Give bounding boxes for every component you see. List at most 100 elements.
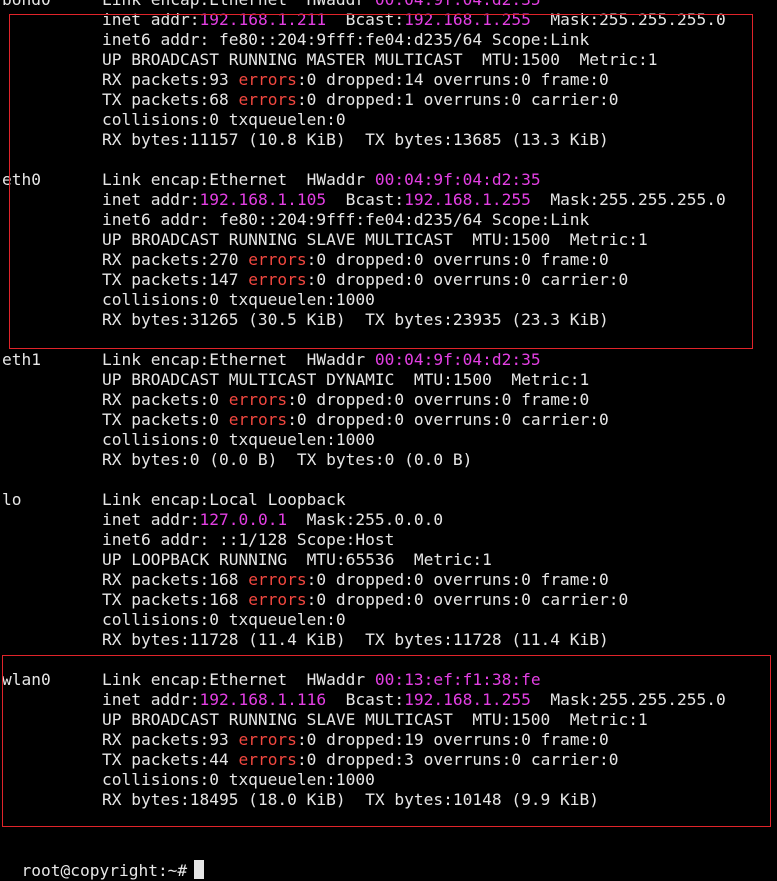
text-segment: UP BROADCAST MULTICAST DYNAMIC MTU:1500 … [102, 370, 590, 389]
line-content: inet addr:192.168.1.211 Bcast:192.168.1.… [102, 10, 726, 30]
text-segment: :0 dropped:0 overruns:0 frame:0 [306, 250, 609, 269]
output-line: TX packets:147 errors:0 dropped:0 overru… [0, 270, 777, 290]
output-line: eth1 Link encap:Ethernet HWaddr 00:04:9f:… [0, 350, 777, 370]
address-value: 192.168.1.255 [404, 190, 531, 209]
terminal-output: bond0 Link encap:Ethernet HWaddr 00:04:9f… [0, 0, 777, 810]
text-segment: UP LOOPBACK RUNNING MTU:65536 Metric:1 [102, 550, 492, 569]
text-segment: Link encap:Ethernet HWaddr [102, 350, 375, 369]
line-content: RX packets:93 errors:0 dropped:14 overru… [102, 70, 609, 90]
text-segment: RX packets:93 [102, 730, 239, 749]
line-content: UP LOOPBACK RUNNING MTU:65536 Metric:1 [102, 550, 492, 570]
output-line: RX bytes:0 (0.0 B) TX bytes:0 (0.0 B) [0, 450, 777, 470]
line-content: RX bytes:31265 (30.5 KiB) TX bytes:23935… [102, 310, 609, 330]
prompt-text: root@copyright:~# [21, 861, 188, 880]
line-content: RX bytes:18495 (18.0 KiB) TX bytes:10148… [102, 790, 599, 810]
line-content: TX packets:44 errors:0 dropped:3 overrun… [102, 750, 619, 770]
line-content: RX packets:93 errors:0 dropped:19 overru… [102, 730, 609, 750]
line-content: collisions:0 txqueuelen:0 [102, 110, 346, 130]
text-segment: Bcast: [326, 190, 405, 209]
text-segment: collisions:0 txqueuelen:1000 [102, 290, 375, 309]
text-segment: RX bytes:31265 (30.5 KiB) TX bytes:23935… [102, 310, 609, 329]
line-content: inet6 addr: fe80::204:9fff:fe04:d235/64 … [102, 210, 589, 230]
errors-label: errors [248, 590, 307, 609]
line-content: RX packets:270 errors:0 dropped:0 overru… [102, 250, 609, 270]
line-content: RX packets:168 errors:0 dropped:0 overru… [102, 570, 609, 590]
output-line: inet addr:127.0.0.1 Mask:255.0.0.0 [0, 510, 777, 530]
text-segment: Bcast: [326, 10, 405, 29]
text-segment: :0 dropped:1 overruns:0 carrier:0 [296, 90, 619, 109]
output-line: bond0 Link encap:Ethernet HWaddr 00:04:9f… [0, 0, 777, 10]
text-segment: inet addr: [102, 690, 200, 709]
text-segment: inet6 addr: ::1/128 Scope:Host [102, 530, 395, 549]
output-line: inet addr:192.168.1.211 Bcast:192.168.1.… [0, 10, 777, 30]
line-content: inet addr:127.0.0.1 Mask:255.0.0.0 [102, 510, 443, 530]
text-segment: TX packets:168 [102, 590, 249, 609]
errors-label: errors [238, 750, 297, 769]
errors-label: errors [238, 70, 297, 89]
output-line: collisions:0 txqueuelen:1000 [0, 430, 777, 450]
text-segment: TX packets:147 [102, 270, 249, 289]
output-line: UP BROADCAST RUNNING SLAVE MULTICAST MTU… [0, 710, 777, 730]
address-value: 00:04:9f:04:d2:35 [375, 0, 541, 9]
text-segment: UP BROADCAST RUNNING SLAVE MULTICAST MTU… [102, 230, 648, 249]
text-segment: TX packets:68 [102, 90, 239, 109]
output-line: RX bytes:31265 (30.5 KiB) TX bytes:23935… [0, 310, 777, 330]
output-line: wlan0 Link encap:Ethernet HWaddr 00:13:ef… [0, 670, 777, 690]
text-segment: Bcast: [326, 690, 405, 709]
interface-name: bond0 [2, 0, 51, 10]
text-segment: :0 dropped:3 overruns:0 carrier:0 [296, 750, 619, 769]
output-line: RX packets:93 errors:0 dropped:14 overru… [0, 70, 777, 90]
output-line: collisions:0 txqueuelen:0 [0, 110, 777, 130]
line-content: UP BROADCAST RUNNING SLAVE MULTICAST MTU… [102, 230, 648, 250]
output-line: TX packets:168 errors:0 dropped:0 overru… [0, 590, 777, 610]
text-segment: :0 dropped:19 overruns:0 frame:0 [296, 730, 609, 749]
text-segment: Mask:255.255.255.0 [530, 690, 726, 709]
line-content: collisions:0 txqueuelen:1000 [102, 290, 375, 310]
errors-label: errors [248, 270, 307, 289]
text-segment: TX packets:44 [102, 750, 239, 769]
interface-name: eth1 [2, 350, 41, 369]
text-segment: inet addr: [102, 190, 200, 209]
line-content: UP BROADCAST MULTICAST DYNAMIC MTU:1500 … [102, 370, 589, 390]
line-content: Link encap:Ethernet HWaddr 00:04:9f:04:d… [102, 350, 541, 370]
errors-label: errors [228, 410, 288, 429]
line-content: RX packets:0 errors:0 dropped:0 overruns… [102, 390, 589, 410]
address-value: 192.168.1.105 [199, 190, 327, 209]
output-line: RX packets:0 errors:0 dropped:0 overruns… [0, 390, 777, 410]
errors-label: errors [248, 570, 307, 589]
text-segment: RX packets:93 [102, 70, 239, 89]
shell-prompt[interactable]: root@copyright:~# [2, 840, 205, 880]
interface-name: eth0 [2, 170, 41, 189]
output-line: UP BROADCAST MULTICAST DYNAMIC MTU:1500 … [0, 370, 777, 390]
text-segment: :0 dropped:0 overruns:0 frame:0 [306, 570, 609, 589]
text-segment: :0 dropped:14 overruns:0 frame:0 [296, 70, 609, 89]
output-line: inet6 addr: ::1/128 Scope:Host [0, 530, 777, 550]
text-segment: collisions:0 txqueuelen:1000 [102, 770, 375, 789]
text-segment: Link encap:Ethernet HWaddr [102, 170, 375, 189]
line-content: TX packets:168 errors:0 dropped:0 overru… [102, 590, 628, 610]
text-segment: Mask:255.0.0.0 [287, 510, 444, 529]
address-value: 127.0.0.1 [199, 510, 288, 529]
text-segment: RX packets:0 [102, 390, 229, 409]
line-content: Link encap:Ethernet HWaddr 00:04:9f:04:d… [102, 0, 541, 10]
address-value: 192.168.1.116 [199, 690, 327, 709]
text-segment: :0 dropped:0 overruns:0 carrier:0 [306, 590, 629, 609]
output-line: UP BROADCAST RUNNING MASTER MULTICAST MT… [0, 50, 777, 70]
text-segment: Mask:255.255.255.0 [530, 10, 726, 29]
text-segment: inet6 addr: fe80::204:9fff:fe04:d235/64 … [102, 210, 590, 229]
output-line: eth0 Link encap:Ethernet HWaddr 00:04:9f:… [0, 170, 777, 190]
line-content: collisions:0 txqueuelen:1000 [102, 430, 375, 450]
text-segment: RX bytes:11157 (10.8 KiB) TX bytes:13685… [102, 130, 609, 149]
address-value: 00:04:9f:04:d2:35 [374, 170, 541, 189]
address-value: 192.168.1.211 [199, 10, 327, 29]
text-segment: Mask:255.255.255.0 [530, 190, 726, 209]
output-line: RX bytes:11157 (10.8 KiB) TX bytes:13685… [0, 130, 777, 150]
line-content: inet addr:192.168.1.116 Bcast:192.168.1.… [102, 690, 726, 710]
output-line: RX bytes:18495 (18.0 KiB) TX bytes:10148… [0, 790, 777, 810]
text-segment: RX bytes:18495 (18.0 KiB) TX bytes:10148… [102, 790, 600, 809]
text-segment: UP BROADCAST RUNNING MASTER MULTICAST MT… [102, 50, 658, 69]
text-cursor [194, 860, 205, 879]
